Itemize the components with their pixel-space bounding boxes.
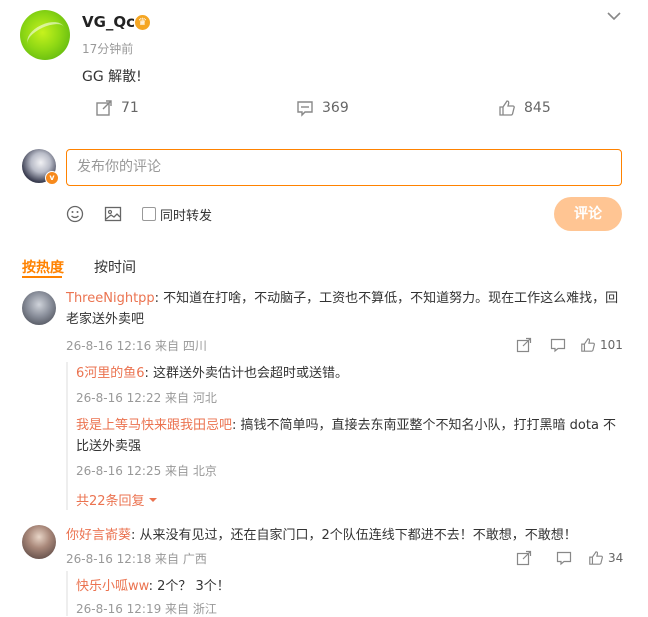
repost-icon xyxy=(96,100,112,116)
repost-checkbox-label: 同时转发 xyxy=(160,209,213,224)
comment-input[interactable]: 发布你的评论 xyxy=(66,149,622,186)
post-time[interactable]: 17分钟前 xyxy=(82,40,133,57)
thumbs-up-icon xyxy=(499,100,515,116)
comment-author-name[interactable]: ThreeNightpp xyxy=(66,291,155,306)
repost-count: 71 xyxy=(121,100,139,116)
comment-meta: 26-8-16 12:16 来自 四川 xyxy=(66,339,207,353)
comment-like-count: 34 xyxy=(608,551,624,565)
tab-sort-time[interactable]: 按时间 xyxy=(94,257,136,277)
share-icon[interactable] xyxy=(516,337,532,353)
comment-icon xyxy=(297,101,313,117)
reply-text-line1: : 搞钱不简单吗，直接去东南亚整个不知名小队，打打黑暗 dota 不 xyxy=(232,418,617,433)
reply-author-name[interactable]: 快乐小呱ww xyxy=(76,579,149,594)
reply-thread-line xyxy=(66,362,68,510)
comment-meta: 26-8-16 12:18 来自 广西 xyxy=(66,552,207,566)
comment-text-line2: 老家送外卖吧 xyxy=(66,312,145,327)
post-author-name[interactable]: VG_Qc xyxy=(82,13,135,31)
comment-text: : 从来没有见过，还在自家门口，2个队伍连线下都进不去！不敢想，不敢想！ xyxy=(131,528,577,543)
reply-icon[interactable] xyxy=(550,337,566,353)
reply-icon[interactable] xyxy=(556,550,572,566)
comment-author-avatar[interactable] xyxy=(22,525,56,559)
more-replies-link[interactable]: 共22条回复 xyxy=(76,490,158,509)
chevron-down-icon xyxy=(148,497,157,502)
like-count: 845 xyxy=(524,100,551,116)
comment-text-line1: : 不知道在打啥，不动脑子，工资也不算低，不知道努力。现在工作这么难找，回 xyxy=(154,291,619,306)
vip-crown-icon: ♛ xyxy=(135,15,150,30)
active-tab-indicator xyxy=(22,276,62,278)
emoji-icon[interactable] xyxy=(66,205,84,223)
tab-sort-hot[interactable]: 按热度 xyxy=(22,257,64,277)
repost-button[interactable]: 71 xyxy=(95,98,139,118)
reply-body: 我是上等马快来跟我田忌吧: 搞钱不简单吗，直接去东南亚整个不知名小队，打打黑暗 … xyxy=(76,415,626,457)
reply-author-name[interactable]: 6河里的鱼6 xyxy=(76,366,145,381)
like-button[interactable]: 845 xyxy=(498,98,551,118)
image-icon[interactable] xyxy=(104,205,122,223)
comment-body: 你好言嵛葵: 从来没有见过，还在自家门口，2个队伍连线下都进不去！不敢想，不敢想… xyxy=(66,525,586,546)
chevron-down-icon[interactable] xyxy=(606,10,622,22)
thumbs-up-icon xyxy=(589,551,603,565)
reply-text-line2: 比送外卖强 xyxy=(76,439,142,454)
thumbs-up-icon xyxy=(581,338,595,352)
comment-count: 369 xyxy=(322,100,349,116)
repost-checkbox[interactable] xyxy=(142,207,156,221)
comment-like-button[interactable]: 34 xyxy=(588,550,623,566)
verified-badge-icon: v xyxy=(45,171,59,185)
comment-author-name[interactable]: 你好言嵛葵 xyxy=(66,528,131,543)
reply-thread-line xyxy=(66,571,68,616)
comment-like-count: 101 xyxy=(600,338,623,352)
more-replies-label: 共22条回复 xyxy=(76,494,145,509)
submit-comment-button[interactable]: 评论 xyxy=(554,197,622,231)
reply-author-name[interactable]: 我是上等马快来跟我田忌吧 xyxy=(76,418,232,433)
comment-author-avatar[interactable] xyxy=(22,291,56,325)
comment-like-button[interactable]: 101 xyxy=(580,337,623,353)
reply-meta: 26-8-16 12:25 来自 北京 xyxy=(76,464,217,478)
post-author-avatar[interactable] xyxy=(20,10,70,60)
reply-meta: 26-8-16 12:19 来自 浙江 xyxy=(76,602,217,616)
reply-body: 6河里的鱼6: 这群送外卖估计也会超时或送错。 xyxy=(76,363,348,384)
comment-button[interactable]: 369 xyxy=(296,98,349,118)
reply-body: 快乐小呱ww: 2个？ 3个！ xyxy=(76,576,230,597)
comment-body: ThreeNightpp: 不知道在打啥，不动脑子，工资也不算低，不知道努力。现… xyxy=(66,288,626,330)
share-icon[interactable] xyxy=(516,550,532,566)
reply-text: : 2个？ 3个！ xyxy=(148,579,230,594)
reply-text: : 这群送外卖估计也会超时或送错。 xyxy=(144,366,349,381)
reply-meta: 26-8-16 12:22 来自 河北 xyxy=(76,391,217,405)
post-text: GG 解散! xyxy=(82,69,142,85)
